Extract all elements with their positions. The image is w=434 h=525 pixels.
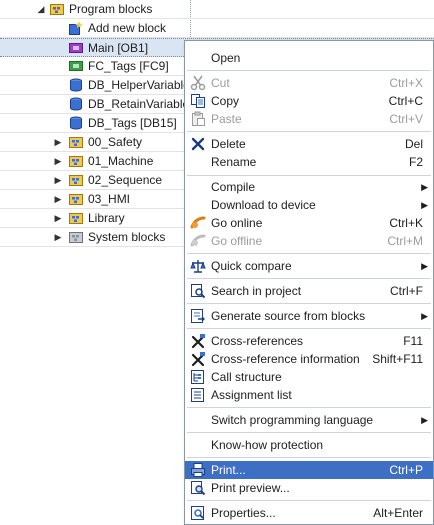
generate-source-icon	[191, 309, 205, 323]
context-menu: Open Cut Ctrl+X Copy Ctrl+C Paste Ctrl+V…	[184, 40, 434, 525]
tree-item-label: 02_Sequence	[88, 173, 163, 187]
expand-arrow-icon[interactable]: ▶	[53, 190, 63, 208]
menu-separator	[187, 303, 431, 304]
printer-icon	[191, 463, 205, 477]
expand-arrow-icon[interactable]: ▶	[53, 171, 63, 189]
menu-item-print-preview[interactable]: Print preview...	[185, 479, 433, 497]
expand-arrow-icon[interactable]: ▶	[53, 228, 63, 246]
call-structure-icon	[191, 370, 204, 384]
tree-item-label: DB_HelperVariables	[88, 78, 196, 92]
assignment-list-icon	[191, 388, 204, 402]
menu-separator	[187, 328, 431, 329]
tree-item-program-blocks[interactable]: ◢ Program blocks	[0, 0, 434, 19]
menu-item-call-structure[interactable]: Call structure	[185, 368, 433, 386]
menu-separator	[187, 407, 431, 408]
menu-item-go-online[interactable]: Go online Ctrl+K	[185, 214, 433, 232]
menu-separator	[187, 457, 431, 458]
delete-x-icon	[191, 137, 205, 151]
properties-icon	[191, 506, 204, 520]
balance-scale-icon	[190, 260, 206, 273]
menu-separator	[187, 278, 431, 279]
tree-item-label: Add new block	[88, 21, 167, 35]
menu-item-paste[interactable]: Paste Ctrl+V	[185, 110, 433, 128]
tree-item-label: Program blocks	[69, 2, 153, 16]
menu-item-rename[interactable]: Rename F2	[185, 153, 433, 171]
tree-item-label: System blocks	[88, 230, 166, 244]
menu-item-switch-programming-language[interactable]: Switch programming language ▶	[185, 411, 433, 429]
ob-block-icon	[69, 43, 83, 53]
print-preview-icon	[191, 481, 206, 496]
menu-item-download-to-device[interactable]: Download to device ▶	[185, 196, 433, 214]
go-online-icon	[190, 216, 206, 229]
db-block-icon	[70, 78, 82, 92]
folder-blocks-icon	[69, 175, 83, 186]
fc-block-icon	[69, 61, 83, 71]
go-offline-icon	[190, 234, 206, 247]
paste-icon	[192, 111, 205, 126]
menu-separator	[187, 432, 431, 433]
menu-separator	[187, 131, 431, 132]
menu-separator	[187, 253, 431, 254]
menu-item-compile[interactable]: Compile ▶	[185, 178, 433, 196]
expand-arrow-icon[interactable]: ▶	[53, 152, 63, 170]
tree-item-label: DB_RetainVariables	[88, 97, 196, 111]
tree-item-label: FC_Tags [FC9]	[88, 59, 169, 73]
folder-blocks-icon	[69, 194, 83, 205]
tree-item-label: Main [OB1]	[88, 41, 149, 55]
menu-item-go-offline[interactable]: Go offline Ctrl+M	[185, 232, 433, 250]
menu-item-search-in-project[interactable]: Search in project Ctrl+F	[185, 282, 433, 300]
menu-item-cross-reference-information[interactable]: Cross-reference information Shift+F11	[185, 350, 433, 368]
menu-item-cross-references[interactable]: Cross-references F11	[185, 332, 433, 350]
db-block-icon	[70, 116, 82, 130]
tree-item-label: 01_Machine	[88, 154, 154, 168]
folder-blocks-icon	[69, 137, 83, 148]
menu-separator	[187, 175, 431, 176]
tree-item-add-new-block[interactable]: Add new block	[0, 19, 434, 38]
tree-item-label: Library	[88, 211, 125, 225]
submenu-arrow-icon: ▶	[421, 415, 428, 425]
folder-system-icon	[69, 232, 83, 243]
cross-reference-icon	[191, 334, 205, 349]
cross-reference-info-icon	[191, 352, 205, 367]
scissors-icon	[190, 75, 206, 91]
search-project-icon	[191, 284, 206, 299]
submenu-arrow-icon: ▶	[421, 311, 428, 321]
submenu-arrow-icon: ▶	[421, 200, 428, 210]
folder-blocks-icon	[69, 213, 83, 224]
folder-blocks-icon	[50, 4, 64, 15]
submenu-arrow-icon: ▶	[421, 261, 428, 271]
collapse-arrow-icon[interactable]: ◢	[36, 0, 46, 18]
menu-item-generate-source[interactable]: Generate source from blocks ▶	[185, 307, 433, 325]
menu-item-delete[interactable]: Delete Del	[185, 135, 433, 153]
tree-item-label: 03_HMI	[88, 192, 131, 206]
expand-arrow-icon[interactable]: ▶	[53, 209, 63, 227]
menu-separator	[187, 500, 431, 501]
menu-item-assignment-list[interactable]: Assignment list	[185, 386, 433, 404]
menu-item-know-how-protection[interactable]: Know-how protection	[185, 436, 433, 454]
submenu-arrow-icon: ▶	[421, 182, 428, 192]
menu-item-quick-compare[interactable]: Quick compare ▶	[185, 257, 433, 275]
tree-item-label: 00_Safety	[88, 135, 143, 149]
menu-item-copy[interactable]: Copy Ctrl+C	[185, 92, 433, 110]
add-block-icon	[69, 21, 83, 35]
expand-arrow-icon[interactable]: ▶	[53, 133, 63, 151]
menu-item-print[interactable]: Print... Ctrl+P	[185, 461, 433, 479]
copy-icon	[191, 94, 205, 108]
menu-item-properties[interactable]: Properties... Alt+Enter	[185, 504, 433, 522]
db-block-icon	[70, 97, 82, 111]
tree-item-label: DB_Tags [DB15]	[88, 116, 177, 130]
menu-separator	[187, 70, 431, 71]
menu-item-open[interactable]: Open	[185, 49, 433, 67]
folder-blocks-icon	[69, 156, 83, 167]
menu-item-cut[interactable]: Cut Ctrl+X	[185, 74, 433, 92]
